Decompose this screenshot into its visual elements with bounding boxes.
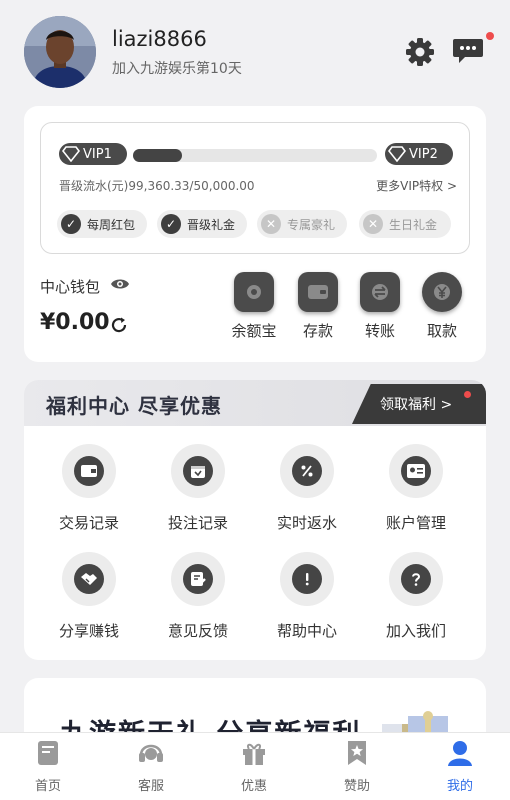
grid-label: 加入我们	[385, 622, 446, 640]
grid-item-join-us[interactable]: 加入我们	[361, 552, 471, 641]
unread-badge	[486, 32, 494, 40]
perk-label: 晋级礼金	[187, 217, 236, 232]
wallet-balance: ¥0.00	[40, 310, 110, 335]
tab-home[interactable]: 首页	[13, 739, 83, 794]
handshake-icon	[74, 564, 104, 594]
id-card-icon	[401, 456, 431, 486]
grid-item-feedback[interactable]: 意见反馈	[143, 552, 253, 641]
grid-item-help[interactable]: 帮助中心	[252, 552, 362, 641]
perk-birthday-bonus[interactable]: ✕ 生日礼金	[359, 210, 451, 238]
grid-item-share[interactable]: 分享赚钱	[34, 552, 144, 641]
perk-label: 生日礼金	[389, 217, 438, 232]
vip-progress-box: VIP1 VIP2 晋级流水(元)99,360.33/50,000.00 更多V…	[40, 122, 470, 254]
tab-label: 首页	[34, 779, 61, 794]
check-icon: ✓	[61, 214, 81, 234]
question-icon	[401, 564, 431, 594]
wallet-label: 中心钱包	[40, 278, 101, 296]
member-days-text: 加入九游娱乐第10天	[112, 61, 242, 77]
vip-progress-track	[133, 149, 377, 162]
grid-label: 意见反馈	[167, 622, 228, 640]
grid-item-rebate[interactable]: 实时返水	[252, 444, 362, 533]
vip-next-label: VIP2	[409, 146, 438, 162]
grid-label: 分享赚钱	[58, 622, 119, 640]
tab-label: 我的	[446, 779, 473, 794]
action-label: 余额宝	[231, 322, 277, 340]
grid-label: 帮助中心	[276, 622, 337, 640]
yuan-icon	[422, 272, 462, 312]
perk-exclusive-gift[interactable]: ✕ 专属豪礼	[257, 210, 347, 238]
percent-icon	[292, 456, 322, 486]
profile-header: liazi8866 加入九游娱乐第10天	[0, 0, 510, 100]
avatar[interactable]	[24, 16, 96, 88]
deposit-button[interactable]: 存款	[288, 272, 348, 341]
bookmark-star-icon	[348, 741, 366, 765]
perk-weekly-redpacket[interactable]: ✓ 每周红包	[57, 210, 147, 238]
tab-promotions[interactable]: 优惠	[219, 739, 289, 794]
wallet-icon	[74, 456, 104, 486]
tab-label: 客服	[137, 779, 164, 794]
wallet-icon	[298, 272, 338, 312]
x-icon: ✕	[261, 214, 281, 234]
grid-item-transactions[interactable]: 交易记录	[34, 444, 144, 533]
tab-sponsorship[interactable]: 赞助	[322, 739, 392, 794]
transfer-icon	[360, 272, 400, 312]
yuebao-button[interactable]: 余额宝	[224, 272, 284, 341]
coin-stack-icon	[234, 272, 274, 312]
grid-item-bet-records[interactable]: 投注记录	[143, 444, 253, 533]
settings-gear-icon[interactable]	[404, 36, 436, 68]
tab-label: 优惠	[240, 779, 267, 794]
more-vip-perks-link[interactable]: 更多VIP特权 >	[376, 177, 457, 194]
welfare-center-card: 福利中心 尽享优惠 领取福利 > 交易记录 投注记录 实时返水 账户管理 分享赚…	[24, 380, 486, 660]
grid-label: 交易记录	[58, 514, 119, 532]
home-icon	[38, 741, 58, 765]
grid-item-account[interactable]: 账户管理	[361, 444, 471, 533]
withdraw-button[interactable]: 取款	[412, 272, 472, 341]
gift-icon	[243, 743, 265, 765]
grid-label: 实时返水	[276, 514, 337, 532]
action-label: 转账	[364, 322, 395, 340]
exclamation-icon	[292, 564, 322, 594]
check-icon: ✓	[161, 214, 181, 234]
action-label: 取款	[426, 322, 457, 340]
tab-label: 赞助	[343, 779, 370, 794]
message-chat-icon[interactable]	[452, 36, 484, 66]
calendar-icon	[183, 456, 213, 486]
claim-welfare-button[interactable]: 领取福利 >	[352, 384, 486, 424]
bottom-tab-bar: 首页 客服 优惠 赞助 我的	[0, 732, 510, 800]
grid-label: 账户管理	[385, 514, 446, 532]
perk-label: 专属豪礼	[287, 217, 336, 232]
vip-next-badge: VIP2	[385, 143, 453, 165]
perk-label: 每周红包	[87, 217, 136, 232]
eye-icon[interactable]	[110, 276, 130, 295]
edit-note-icon	[183, 564, 213, 594]
tab-support[interactable]: 客服	[116, 739, 186, 794]
transfer-button[interactable]: 转账	[350, 272, 410, 341]
welfare-badge	[464, 391, 471, 398]
welfare-title: 福利中心 尽享优惠	[46, 394, 222, 418]
upgrade-flow-text: 晋级流水(元)99,360.33/50,000.00	[59, 179, 255, 193]
grid-label: 投注记录	[167, 514, 228, 532]
username: liazi8866	[112, 27, 207, 51]
action-label: 存款	[302, 322, 333, 340]
vip-current-label: VIP1	[83, 146, 112, 162]
headset-icon	[139, 744, 163, 762]
vip-current-badge: VIP1	[59, 143, 127, 165]
x-icon: ✕	[363, 214, 383, 234]
user-icon	[448, 741, 472, 766]
refresh-icon[interactable]	[110, 316, 128, 338]
tab-mine[interactable]: 我的	[425, 739, 495, 794]
perk-upgrade-bonus[interactable]: ✓ 晋级礼金	[157, 210, 247, 238]
vip-progress-fill	[133, 149, 182, 162]
diamond-icon	[388, 146, 406, 162]
welfare-banner: 福利中心 尽享优惠 领取福利 >	[24, 380, 486, 426]
diamond-icon	[62, 146, 80, 162]
vip-wallet-card: VIP1 VIP2 晋级流水(元)99,360.33/50,000.00 更多V…	[24, 106, 486, 362]
